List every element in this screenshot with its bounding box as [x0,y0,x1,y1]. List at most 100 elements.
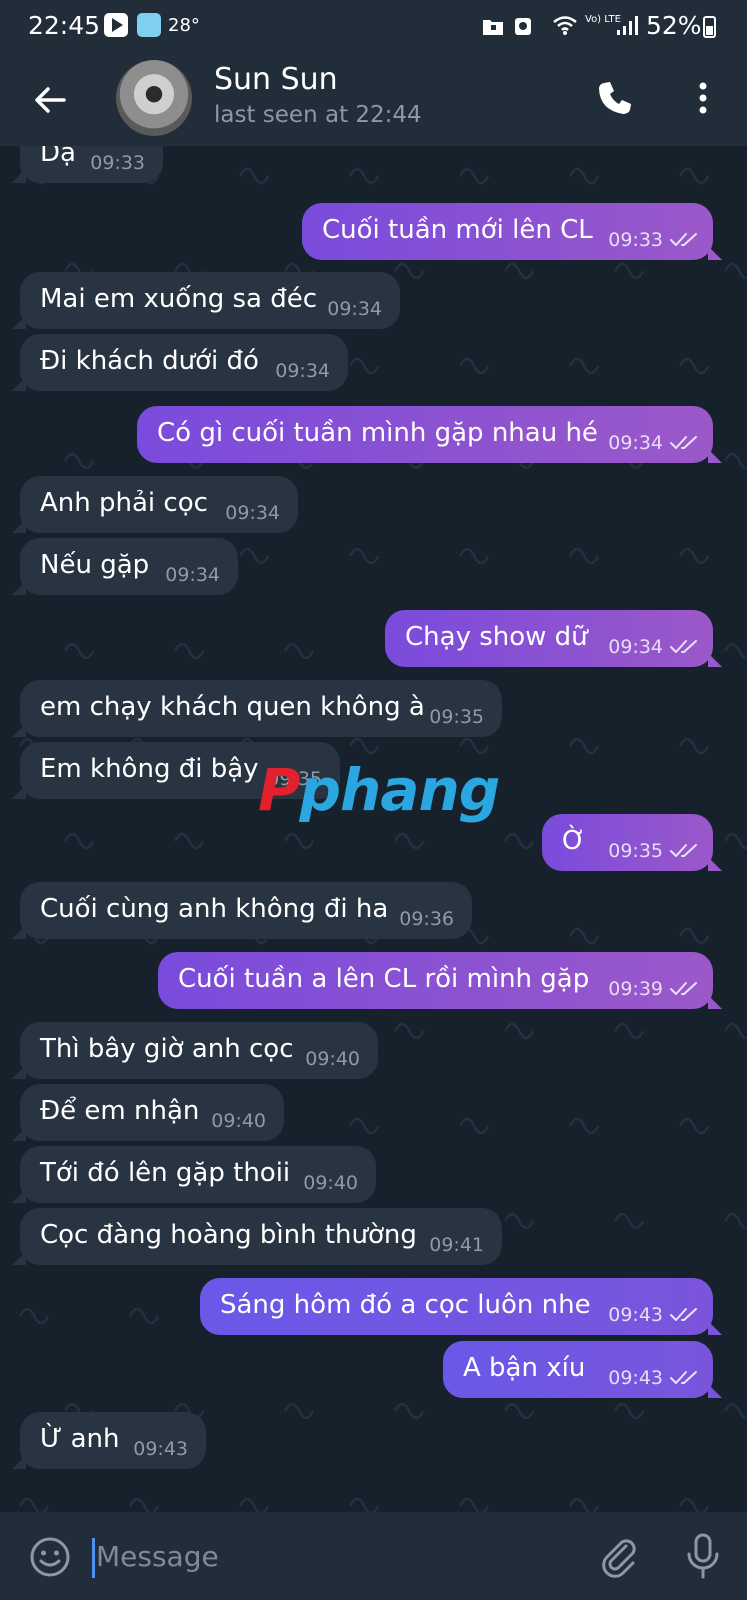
message-text: Tới đó lên gặp thoii [40,1158,291,1188]
read-double-check-icon [670,640,697,653]
message-time: 09:43 [133,1438,188,1460]
bubble-tail [708,653,722,667]
back-arrow-icon[interactable] [30,80,70,120]
weather-app-icon [137,13,161,37]
bubble-tail [12,785,26,799]
message-time: 09:34 [165,564,220,586]
message-text: Có gì cuối tuần mình gặp nhau hé [157,418,598,448]
message-text: Mai em xuống sa đéc [40,284,317,314]
incoming-message[interactable]: em chạy khách quen không à 09:35 [12,680,502,737]
watermark-prefix: P [258,756,301,824]
status-bar: 22:45 28° Vo) LTE 52% [0,0,747,54]
contact-name[interactable]: Sun Sun [214,62,338,97]
bubble-tail [12,1127,26,1141]
outgoing-message[interactable]: Ờ 09:35 [542,814,722,871]
outgoing-message[interactable]: Có gì cuối tuần mình gặp nhau hé 09:34 [137,406,722,463]
incoming-message[interactable]: Ừ anh 09:43 [12,1412,206,1469]
bubble-tail [708,246,722,260]
bubble-tail [708,995,722,1009]
read-double-check-icon [670,844,697,857]
message-time: 09:40 [303,1172,358,1194]
more-options-icon[interactable] [688,78,718,118]
message-time: 09:33 [90,152,145,174]
message-time: 09:33 [608,229,663,251]
incoming-message[interactable]: Cọc đàng hoàng bình thường 09:41 [12,1208,502,1265]
incoming-message[interactable]: Đi khách dưới đó 09:34 [12,334,348,391]
status-time: 22:45 [28,11,101,40]
incoming-message[interactable]: Mai em xuống sa đéc 09:34 [12,272,400,329]
security-icon [515,18,531,35]
message-time: 09:41 [429,1234,484,1256]
message-time: 09:35 [608,840,663,862]
read-double-check-icon [670,1308,697,1321]
bubble-tail [12,1189,26,1203]
signal-icon [617,16,638,35]
bubble-tail [12,1455,26,1469]
read-double-check-icon [670,1371,697,1384]
message-text: Cuối tuần a lên CL rồi mình gặp [178,964,590,994]
bubble-tail [708,1321,722,1335]
incoming-message[interactable]: Để em nhận 09:40 [12,1084,284,1141]
message-time: 09:34 [608,636,663,658]
outgoing-message[interactable]: Chạy show dữ 09:34 [385,610,722,667]
text-caret [92,1538,95,1578]
bubble-tail [12,377,26,391]
contact-avatar[interactable] [116,60,192,136]
message-time: 09:34 [275,360,330,382]
message-time: 09:43 [608,1367,663,1389]
message-time: 09:40 [305,1048,360,1070]
play-store-icon [104,13,128,37]
message-time: 09:34 [225,502,280,524]
outgoing-message[interactable]: Cuối tuần a lên CL rồi mình gặp 09:39 [158,952,722,1009]
message-input[interactable] [96,1532,566,1580]
read-double-check-icon [670,233,697,246]
message-list[interactable]: Dạ 09:33 Cuối tuần mới lên CL 09:33 Mai em x… [0,146,747,1512]
message-text: Cuối cùng anh không đi ha [40,894,389,924]
incoming-message[interactable]: Nếu gặp 09:34 [12,538,238,595]
incoming-message[interactable]: Anh phải cọc 09:34 [12,476,298,533]
last-seen-status: last seen at 22:44 [214,102,422,128]
watermark-text: phang [299,756,501,824]
message-text: Để em nhận [40,1096,200,1126]
message-text: Cuối tuần mới lên CL [322,215,593,245]
message-input-bar [0,1512,747,1600]
microphone-icon[interactable] [683,1532,723,1580]
battery-percent: 52% [646,11,702,40]
message-text: Nếu gặp [40,550,150,580]
chat-header: Sun Sun last seen at 22:44 [0,54,747,146]
message-text: Cọc đàng hoàng bình thường [40,1220,417,1250]
bubble-tail [708,1384,722,1398]
incoming-message[interactable]: Dạ 09:33 [12,146,163,183]
bubble-tail [708,449,722,463]
outgoing-message[interactable]: Cuối tuần mới lên CL 09:33 [302,203,722,260]
bubble-tail [12,315,26,329]
message-text: Chạy show dữ [405,622,588,652]
incoming-message[interactable]: Cuối cùng anh không đi ha 09:36 [12,882,472,939]
incoming-message[interactable]: Tới đó lên gặp thoii 09:40 [12,1146,376,1203]
bubble-tail [708,857,722,871]
message-text: Sáng hôm đó a cọc luôn nhe [220,1290,591,1320]
bubble-tail [12,723,26,737]
message-text: A bận xíu [463,1353,586,1383]
bubble-tail [12,169,26,183]
message-text: Ờ [562,826,586,856]
message-time: 09:35 [429,706,484,728]
emoji-icon[interactable] [28,1535,72,1579]
message-text: Anh phải cọc [40,488,208,518]
message-time: 09:43 [608,1304,663,1326]
battery-icon [703,16,716,38]
read-double-check-icon [670,436,697,449]
message-text: Dạ [40,146,76,168]
bubble-tail [12,1251,26,1265]
message-text: Em không đi bậy [40,754,259,784]
message-text: em chạy khách quen không à [40,692,425,722]
message-text: Ừ anh [40,1424,120,1454]
outgoing-message[interactable]: A bận xíu 09:43 [443,1341,722,1398]
attach-paperclip-icon[interactable] [596,1534,640,1578]
phone-call-icon[interactable] [595,78,635,118]
bubble-tail [12,1065,26,1079]
message-time: 09:39 [608,978,663,1000]
outgoing-message[interactable]: Sáng hôm đó a cọc luôn nhe 09:43 [200,1278,722,1335]
incoming-message[interactable]: Thì bây giờ anh cọc 09:40 [12,1022,378,1079]
message-time: 09:34 [327,298,382,320]
